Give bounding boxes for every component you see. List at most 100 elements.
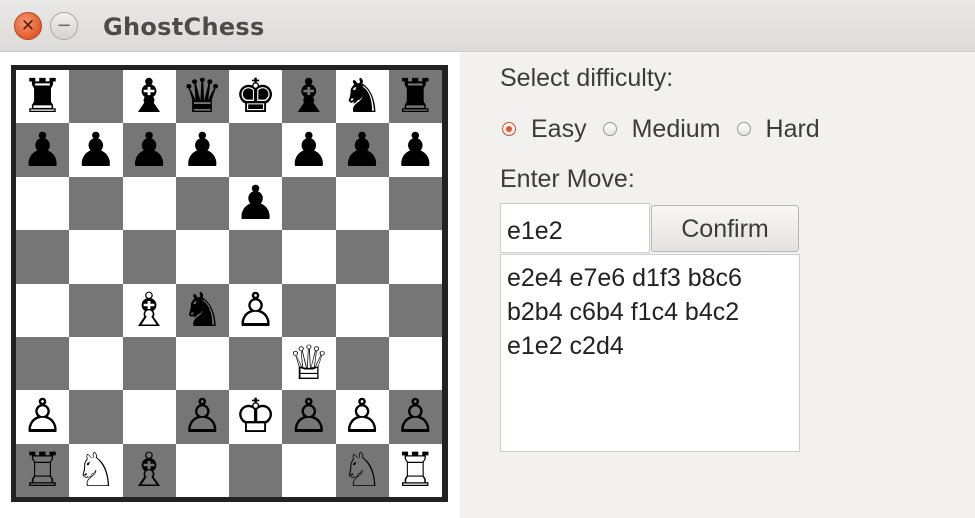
square-h6[interactable] — [388, 176, 442, 231]
square-f4[interactable] — [282, 283, 336, 337]
square-d8[interactable]: ♛ — [175, 70, 229, 124]
square-a3[interactable] — [16, 336, 70, 391]
square-b4[interactable] — [69, 283, 123, 337]
radio-hard-label[interactable]: Hard — [766, 115, 820, 144]
square-h1[interactable]: ♖ — [388, 443, 442, 497]
minimize-icon[interactable]: − — [50, 12, 78, 40]
square-e3[interactable] — [229, 336, 283, 391]
square-b1[interactable]: ♘ — [69, 443, 123, 497]
square-a8[interactable]: ♜ — [16, 70, 70, 124]
square-b7[interactable]: ♟ — [69, 123, 123, 177]
black-pawn-icon[interactable]: ♟ — [22, 127, 64, 174]
square-e8[interactable]: ♚ — [229, 70, 283, 124]
square-g6[interactable] — [335, 176, 389, 231]
square-g2[interactable]: ♙ — [335, 390, 389, 444]
square-f8[interactable]: ♝ — [282, 70, 336, 124]
move-input[interactable] — [500, 203, 650, 253]
square-c5[interactable] — [122, 230, 176, 284]
square-a5[interactable] — [16, 230, 70, 284]
white-pawn-icon[interactable]: ♙ — [181, 393, 223, 440]
square-e1[interactable] — [229, 443, 283, 497]
square-d2[interactable]: ♙ — [175, 390, 229, 444]
square-g1[interactable]: ♘ — [335, 443, 389, 497]
square-d4[interactable]: ♞ — [175, 283, 229, 337]
white-rook-icon[interactable]: ♖ — [394, 447, 436, 494]
square-f1[interactable] — [282, 443, 336, 497]
square-a4[interactable] — [16, 283, 70, 337]
square-c1[interactable]: ♗ — [122, 443, 176, 497]
square-g4[interactable] — [335, 283, 389, 337]
black-king-icon[interactable]: ♚ — [235, 73, 277, 120]
square-f2[interactable]: ♙ — [282, 390, 336, 444]
square-e2[interactable]: ♔ — [229, 390, 283, 444]
square-g3[interactable] — [335, 336, 389, 391]
square-h2[interactable]: ♙ — [388, 390, 442, 444]
black-pawn-icon[interactable]: ♟ — [75, 127, 117, 174]
radio-easy[interactable] — [502, 122, 516, 136]
white-pawn-icon[interactable]: ♙ — [288, 393, 330, 440]
square-c2[interactable] — [122, 390, 176, 444]
square-c7[interactable]: ♟ — [122, 123, 176, 177]
white-knight-icon[interactable]: ♘ — [341, 447, 383, 494]
square-b6[interactable] — [69, 176, 123, 231]
radio-medium[interactable] — [602, 122, 617, 136]
white-pawn-icon[interactable]: ♙ — [235, 287, 277, 334]
square-g5[interactable] — [335, 230, 389, 284]
square-g7[interactable]: ♟ — [335, 123, 389, 177]
black-pawn-icon[interactable]: ♟ — [341, 127, 383, 174]
black-knight-icon[interactable]: ♞ — [181, 287, 223, 334]
square-e6[interactable]: ♟ — [229, 176, 283, 231]
square-f6[interactable] — [282, 176, 336, 231]
black-rook-icon[interactable]: ♜ — [394, 73, 436, 120]
square-e5[interactable] — [229, 230, 283, 284]
radio-medium-label[interactable]: Medium — [632, 115, 721, 144]
white-pawn-icon[interactable]: ♙ — [22, 393, 64, 440]
white-rook-icon[interactable]: ♖ — [22, 447, 64, 494]
square-g8[interactable]: ♞ — [335, 70, 389, 124]
black-pawn-icon[interactable]: ♟ — [288, 127, 330, 174]
black-pawn-icon[interactable]: ♟ — [181, 127, 223, 174]
square-b3[interactable] — [69, 336, 123, 391]
square-c6[interactable] — [122, 176, 176, 231]
square-c8[interactable]: ♝ — [122, 70, 176, 124]
square-c4[interactable]: ♗ — [122, 283, 176, 337]
square-h3[interactable] — [388, 336, 442, 391]
black-bishop-icon[interactable]: ♝ — [288, 73, 330, 120]
close-icon[interactable]: ✕ — [14, 12, 42, 40]
radio-hard[interactable] — [736, 122, 751, 136]
square-a1[interactable]: ♖ — [16, 443, 70, 497]
black-pawn-icon[interactable]: ♟ — [235, 180, 277, 227]
square-d7[interactable]: ♟ — [175, 123, 229, 177]
square-e7[interactable] — [229, 123, 283, 177]
black-pawn-icon[interactable]: ♟ — [394, 127, 436, 174]
white-king-icon[interactable]: ♔ — [235, 393, 277, 440]
square-f5[interactable] — [282, 230, 336, 284]
square-a2[interactable]: ♙ — [16, 390, 70, 444]
square-a7[interactable]: ♟ — [16, 123, 70, 177]
white-knight-icon[interactable]: ♘ — [75, 447, 117, 494]
square-h8[interactable]: ♜ — [388, 70, 442, 124]
square-d1[interactable] — [175, 443, 229, 497]
white-pawn-icon[interactable]: ♙ — [341, 393, 383, 440]
black-queen-icon[interactable]: ♛ — [181, 73, 223, 120]
square-h7[interactable]: ♟ — [388, 123, 442, 177]
black-pawn-icon[interactable]: ♟ — [128, 127, 170, 174]
square-b8[interactable] — [69, 70, 123, 124]
confirm-button[interactable]: Confirm — [651, 205, 799, 252]
square-a6[interactable] — [16, 176, 70, 231]
black-bishop-icon[interactable]: ♝ — [128, 73, 170, 120]
square-f3[interactable]: ♕ — [282, 336, 336, 391]
white-pawn-icon[interactable]: ♙ — [394, 393, 436, 440]
square-d5[interactable] — [175, 230, 229, 284]
white-queen-icon[interactable]: ♕ — [288, 340, 330, 387]
square-b5[interactable] — [69, 230, 123, 284]
square-e4[interactable]: ♙ — [229, 283, 283, 337]
square-f7[interactable]: ♟ — [282, 123, 336, 177]
square-c3[interactable] — [122, 336, 176, 391]
square-h4[interactable] — [388, 283, 442, 337]
square-d6[interactable] — [175, 176, 229, 231]
black-rook-icon[interactable]: ♜ — [22, 73, 64, 120]
white-bishop-icon[interactable]: ♗ — [128, 447, 170, 494]
radio-easy-label[interactable]: Easy — [531, 115, 587, 144]
move-history[interactable]: e2e4 e7e6 d1f3 b8c6 b2b4 c6b4 f1c4 b4c2 … — [500, 254, 800, 452]
